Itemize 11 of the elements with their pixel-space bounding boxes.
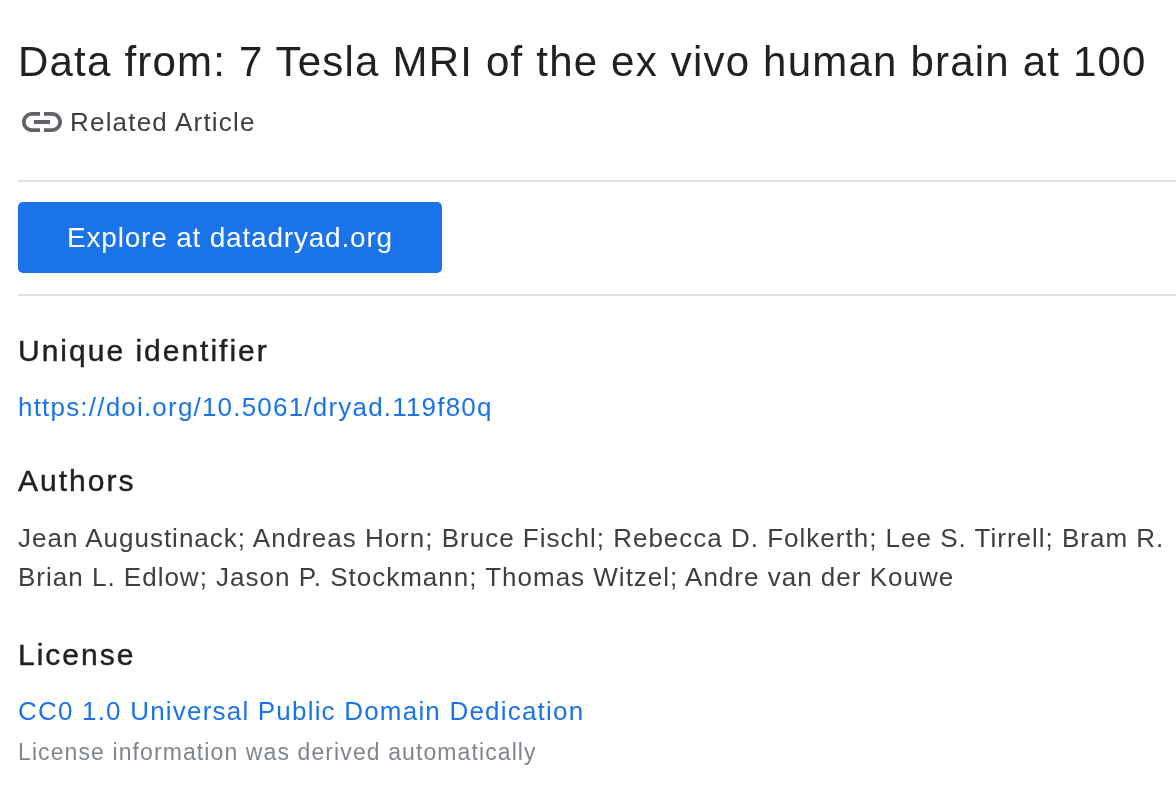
text-link[interactable]: https://doi.org/10.5061/dryad.119f80q (18, 391, 493, 423)
section-heading: Unique identifier (18, 333, 269, 369)
note-text: License information was derived automatically (18, 738, 537, 766)
author-list: Jean Augustinack; Andreas Horn; Bruce Fischl; Rebecca D. Folkerth; Lee S. Tirrell; Bram R. Brian L. Edlow; Jason P. Stockmann; Thomas Witzel; Andre van der Kouwe (18, 519, 1165, 597)
page-title: Data from: 7 Tesla MRI of the ex vivo human brain at 100 (18, 38, 1147, 86)
section-heading: License (18, 637, 136, 673)
text-link[interactable]: CC0 1.0 Universal Public Domain Dedication (18, 695, 585, 727)
section-heading: Authors (18, 463, 136, 499)
explore-button[interactable]: Explore at datadryad.org (18, 202, 442, 273)
link-icon (22, 112, 62, 132)
related-article-link[interactable]: Related Article (18, 107, 256, 137)
